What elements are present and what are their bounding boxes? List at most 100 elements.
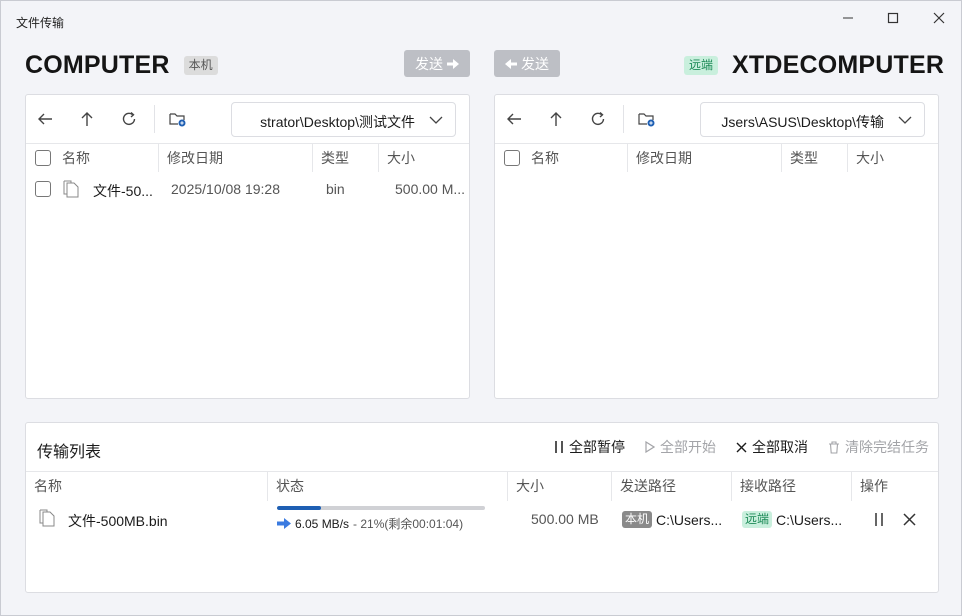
cancel-all-button[interactable]: 全部取消: [736, 437, 808, 457]
remote-machine-name: XTDECOMPUTER: [732, 50, 945, 79]
pause-all-button[interactable]: 全部暂停: [554, 437, 625, 457]
transfer-col-actions[interactable]: 操作: [852, 472, 938, 501]
refresh-icon: [591, 111, 605, 125]
local-select-all-checkbox[interactable]: [35, 150, 51, 166]
pause-icon: [555, 441, 563, 453]
send-to-local-button[interactable]: 发送: [494, 50, 560, 77]
file-name: 文件-50...: [93, 183, 153, 199]
remote-header: 远端 XTDECOMPUTER: [684, 49, 944, 81]
close-icon: [902, 512, 916, 526]
new-folder-icon: [638, 113, 655, 127]
transfer-status: 6.05 MB/s - 21%(剩余00:01:04): [277, 515, 463, 532]
transfer-row[interactable]: 文件-500MB.bin 6.05 MB/s - 21%(剩余00:01:04)…: [26, 503, 938, 535]
file-icon: [39, 509, 55, 527]
file-size: 500.00 M...: [395, 181, 466, 197]
transfer-recv-path: 远端 C:\Users...: [742, 511, 842, 528]
local-col-size[interactable]: 大小: [379, 144, 469, 172]
remote-refresh-button[interactable]: [588, 109, 608, 129]
local-header: COMPUTER 本机: [25, 49, 218, 81]
transfer-send-path: 本机 C:\Users...: [622, 511, 722, 528]
remote-new-folder-button[interactable]: [637, 109, 657, 129]
remote-select-all-checkbox[interactable]: [504, 150, 520, 166]
local-col-modified[interactable]: 修改日期: [159, 144, 313, 172]
play-icon: [645, 441, 655, 453]
remote-col-name[interactable]: 名称: [523, 144, 628, 172]
new-folder-icon: [169, 113, 186, 127]
local-new-folder-button[interactable]: [168, 109, 188, 129]
local-refresh-button[interactable]: [119, 109, 139, 129]
arrow-back-icon: [38, 113, 52, 125]
maximize-button[interactable]: [870, 7, 916, 29]
remote-col-modified[interactable]: 修改日期: [628, 144, 782, 172]
remote-toolbar: Jsers\ASUS\Desktop\传输: [495, 95, 938, 143]
arrow-back-icon: [507, 113, 521, 125]
toolbar-divider: [154, 105, 155, 133]
remote-back-button[interactable]: [504, 109, 524, 129]
remote-badge: 远端: [684, 55, 719, 75]
close-window-button[interactable]: [916, 7, 962, 29]
transfer-col-status[interactable]: 状态: [268, 472, 508, 501]
maximize-icon: [887, 12, 899, 24]
remote-file-panel: Jsers\ASUS\Desktop\传输 名称 修改日期 类型 大小: [494, 94, 939, 399]
remote-path-selector[interactable]: Jsers\ASUS\Desktop\传输: [700, 102, 925, 137]
local-path-selector[interactable]: strator\Desktop\测试文件: [231, 102, 456, 137]
local-back-button[interactable]: [35, 109, 55, 129]
trash-icon: [829, 440, 839, 454]
send-path-text: C:\Users...: [656, 511, 723, 528]
transfer-progress-bar: [277, 506, 485, 510]
local-badge: 本机: [183, 55, 218, 75]
send-path-badge: 本机: [622, 511, 653, 528]
file-icon: [63, 180, 79, 198]
arrow-right-icon: [447, 58, 459, 69]
remote-path-text: Jsers\ASUS\Desktop\传输: [721, 114, 884, 130]
remote-col-size[interactable]: 大小: [848, 144, 938, 172]
transfer-list-panel: 传输列表 全部暂停 全部开始 全部取消 清除完结任务 名称 状态 大小 发送路径…: [25, 422, 939, 593]
minimize-button[interactable]: [825, 7, 871, 29]
refresh-icon: [122, 111, 136, 125]
pause-icon: [875, 512, 883, 526]
row-checkbox[interactable]: [35, 181, 51, 197]
pause-all-label: 全部暂停: [569, 439, 625, 455]
transfer-col-recv-path[interactable]: 接收路径: [732, 472, 852, 501]
transfer-size: 500.00 MB: [531, 511, 599, 527]
send-to-local-label: 发送: [521, 55, 549, 72]
transfer-col-send-path[interactable]: 发送路径: [612, 472, 732, 501]
remote-col-type[interactable]: 类型: [782, 144, 848, 172]
transfer-col-name[interactable]: 名称: [26, 472, 268, 501]
clear-completed-label: 清除完结任务: [845, 439, 929, 455]
send-to-remote-button[interactable]: 发送: [404, 50, 470, 77]
start-all-button[interactable]: 全部开始: [645, 437, 716, 457]
title-bar: 文件传输: [1, 1, 961, 41]
clear-completed-button[interactable]: 清除完结任务: [828, 437, 929, 457]
local-col-type[interactable]: 类型: [313, 144, 379, 172]
local-column-header: 名称 修改日期 类型 大小: [26, 143, 469, 172]
transfer-file-name: 文件-500MB.bin: [68, 513, 168, 529]
table-row[interactable]: 文件-50... 2025/10/08 19:28 bin 500.00 M..…: [26, 174, 469, 204]
toolbar-divider: [623, 105, 624, 133]
local-col-name[interactable]: 名称: [54, 144, 159, 172]
recv-path-badge: 远端: [742, 511, 773, 528]
remote-column-header: 名称 修改日期 类型 大小: [495, 143, 938, 172]
pause-transfer-button[interactable]: [870, 510, 888, 528]
transfer-progress-text: - 21%(剩余00:01:04): [353, 517, 464, 531]
arrow-up-icon: [81, 112, 93, 126]
cancel-all-label: 全部取消: [752, 439, 808, 455]
arrow-right-icon: [277, 518, 291, 529]
remote-up-button[interactable]: [546, 109, 566, 129]
start-all-label: 全部开始: [660, 439, 716, 455]
send-to-remote-label: 发送: [415, 55, 443, 72]
close-icon: [933, 12, 945, 24]
transfer-progress-fill: [277, 506, 321, 510]
minimize-icon: [843, 17, 853, 19]
cancel-transfer-button[interactable]: [900, 510, 918, 528]
local-up-button[interactable]: [77, 109, 97, 129]
transfer-column-header: 名称 状态 大小 发送路径 接收路径 操作: [26, 471, 938, 501]
local-path-text: strator\Desktop\测试文件: [260, 114, 415, 130]
close-icon: [736, 442, 747, 452]
local-file-panel: strator\Desktop\测试文件 名称 修改日期 类型 大小 文件-50…: [25, 94, 470, 399]
transfer-col-size[interactable]: 大小: [508, 472, 612, 501]
arrow-left-icon: [505, 58, 517, 69]
chevron-down-icon: [898, 116, 912, 124]
local-toolbar: strator\Desktop\测试文件: [26, 95, 469, 143]
chevron-down-icon: [429, 116, 443, 124]
